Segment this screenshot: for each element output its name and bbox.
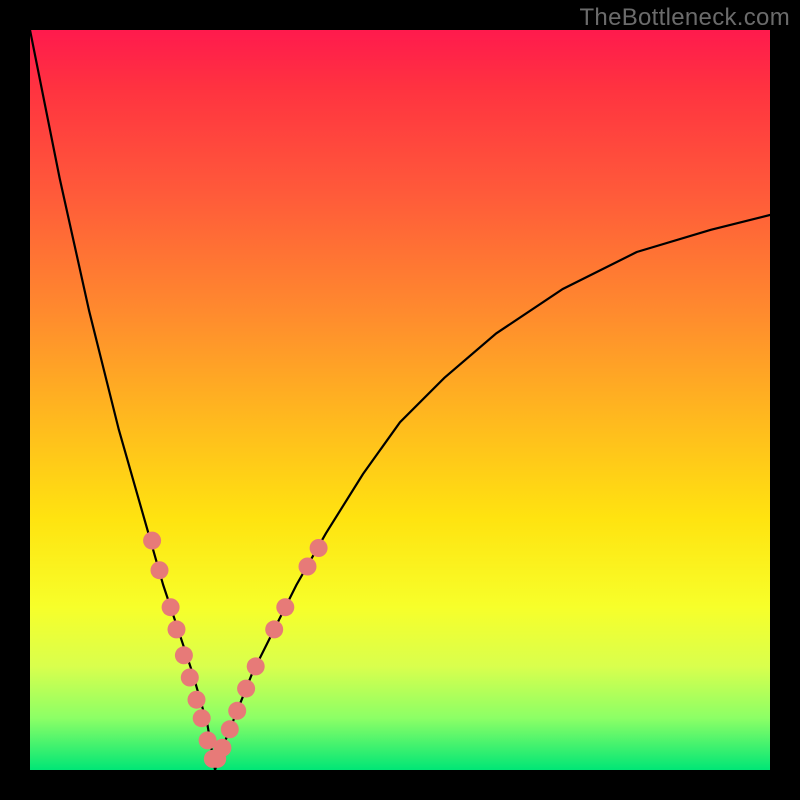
- marker-bead: [168, 620, 186, 638]
- marker-bead: [193, 709, 211, 727]
- marker-bead: [276, 598, 294, 616]
- marker-bead: [175, 646, 193, 664]
- marker-bead: [299, 558, 317, 576]
- marker-bead: [151, 561, 169, 579]
- marker-bead: [162, 598, 180, 616]
- marker-bead: [237, 680, 255, 698]
- marker-bead: [213, 739, 231, 757]
- marker-bead: [228, 702, 246, 720]
- marker-bead: [310, 539, 328, 557]
- outer-frame: TheBottleneck.com: [0, 0, 800, 800]
- marker-group: [143, 532, 328, 768]
- marker-bead: [188, 691, 206, 709]
- marker-bead: [265, 620, 283, 638]
- marker-bead: [247, 657, 265, 675]
- marker-bead: [143, 532, 161, 550]
- marker-bead: [181, 669, 199, 687]
- marker-bead: [221, 720, 239, 738]
- watermark-text: TheBottleneck.com: [579, 4, 790, 32]
- plot-area: [30, 30, 770, 770]
- bottleneck-curve: [30, 30, 770, 770]
- curve-svg: [30, 30, 770, 770]
